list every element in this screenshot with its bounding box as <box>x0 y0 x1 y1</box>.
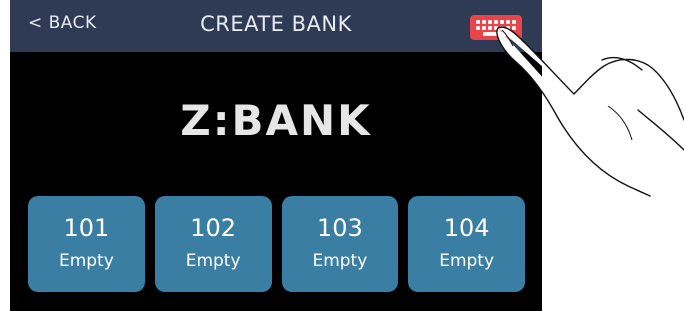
slot-number: 104 <box>443 214 490 242</box>
slot-state: Empty <box>58 251 114 271</box>
slot-state: Empty <box>185 251 241 271</box>
slot-number: 102 <box>190 214 237 242</box>
screen-title: CREATE BANK <box>200 12 352 36</box>
bank-slots: 101 Empty 102 Empty 103 Empty 104 Empty <box>28 196 525 296</box>
slot-number: 101 <box>63 214 110 242</box>
bank-slot-103[interactable]: 103 Empty <box>281 196 399 292</box>
slot-state: Empty <box>439 251 495 271</box>
slot-state: Empty <box>312 251 368 271</box>
slot-number: 103 <box>316 214 363 242</box>
keyboard-key-row <box>476 25 516 30</box>
keyboard-key-row <box>476 19 516 24</box>
bank-slot-101[interactable]: 101 Empty <box>28 196 145 292</box>
title-bar: < BACK CREATE BANK <box>10 0 542 52</box>
bank-slot-102[interactable]: 102 Empty <box>154 196 272 292</box>
bank-name: Z:BANK <box>180 96 372 145</box>
keyboard-icon[interactable] <box>470 15 522 40</box>
device-screen: < BACK CREATE BANK Z:BANK 101 Empty 102 … <box>10 0 542 311</box>
keyboard-space-row <box>483 31 509 36</box>
bank-slot-104[interactable]: 104 Empty <box>408 196 525 292</box>
